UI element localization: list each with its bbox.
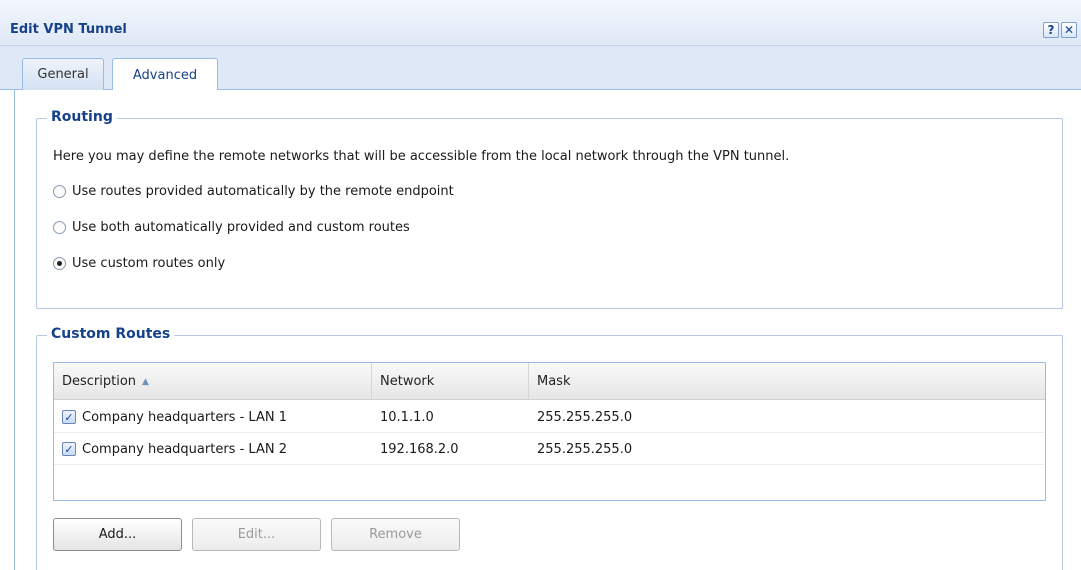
route-description-cell: ✓ Company headquarters - LAN 1: [62, 401, 287, 433]
route-option-label: Use routes provided automatically by the…: [72, 184, 454, 199]
tab-advanced[interactable]: Advanced: [112, 58, 218, 91]
routing-group: Routing Here you may define the remote n…: [36, 109, 1063, 309]
routing-description: Here you may define the remote networks …: [53, 149, 790, 164]
route-mask: 255.255.255.0: [537, 441, 633, 457]
radio-icon[interactable]: [53, 185, 66, 198]
route-option-both[interactable]: Use both automatically provided and cust…: [53, 220, 410, 235]
edit-route-button[interactable]: Edit...: [192, 518, 321, 551]
column-header-description[interactable]: Description ▲: [54, 363, 372, 400]
column-header-mask[interactable]: Mask: [529, 363, 1045, 400]
route-option-auto[interactable]: Use routes provided automatically by the…: [53, 184, 454, 199]
route-enabled-checkbox[interactable]: ✓: [62, 410, 76, 424]
custom-routes-legend: Custom Routes: [47, 326, 175, 342]
route-description: Company headquarters - LAN 2: [82, 441, 287, 457]
route-network: 10.1.1.0: [380, 409, 434, 425]
table-row[interactable]: ✓ Company headquarters - LAN 2 192.168.2…: [54, 433, 1045, 465]
content-border: [14, 90, 15, 570]
help-icon[interactable]: ?: [1043, 22, 1059, 38]
route-option-label: Use both automatically provided and cust…: [72, 220, 410, 235]
radio-icon[interactable]: [53, 221, 66, 234]
column-header-network[interactable]: Network: [372, 363, 529, 400]
routing-legend: Routing: [47, 109, 117, 125]
add-route-button[interactable]: Add...: [53, 518, 182, 551]
tab-general[interactable]: General: [22, 58, 104, 90]
custom-routes-grid: Description ▲ Network Mask ✓ Company hea…: [53, 362, 1046, 501]
route-description: Company headquarters - LAN 1: [82, 409, 287, 425]
route-mask: 255.255.255.0: [537, 409, 633, 425]
route-description-cell: ✓ Company headquarters - LAN 2: [62, 433, 287, 465]
sort-ascending-icon: ▲: [142, 376, 149, 387]
edit-vpn-tunnel-dialog: Edit VPN Tunnel ? ✕ General Advanced Rou…: [0, 0, 1081, 570]
grid-header: Description ▲ Network Mask: [54, 363, 1045, 400]
table-row[interactable]: ✓ Company headquarters - LAN 1 10.1.1.0 …: [54, 401, 1045, 433]
custom-routes-group: Custom Routes Description ▲ Network Mask…: [36, 326, 1063, 570]
dialog-titlebar: Edit VPN Tunnel ? ✕: [0, 0, 1081, 46]
remove-route-button[interactable]: Remove: [331, 518, 460, 551]
radio-selected-icon[interactable]: [53, 257, 66, 270]
dialog-title: Edit VPN Tunnel: [10, 22, 127, 37]
route-option-custom-only[interactable]: Use custom routes only: [53, 256, 225, 271]
column-header-label: Description: [62, 374, 137, 389]
close-icon[interactable]: ✕: [1061, 22, 1077, 38]
route-network: 192.168.2.0: [380, 441, 459, 457]
route-enabled-checkbox[interactable]: ✓: [62, 442, 76, 456]
tab-strip: General Advanced: [0, 46, 1081, 91]
route-option-label: Use custom routes only: [72, 256, 226, 271]
